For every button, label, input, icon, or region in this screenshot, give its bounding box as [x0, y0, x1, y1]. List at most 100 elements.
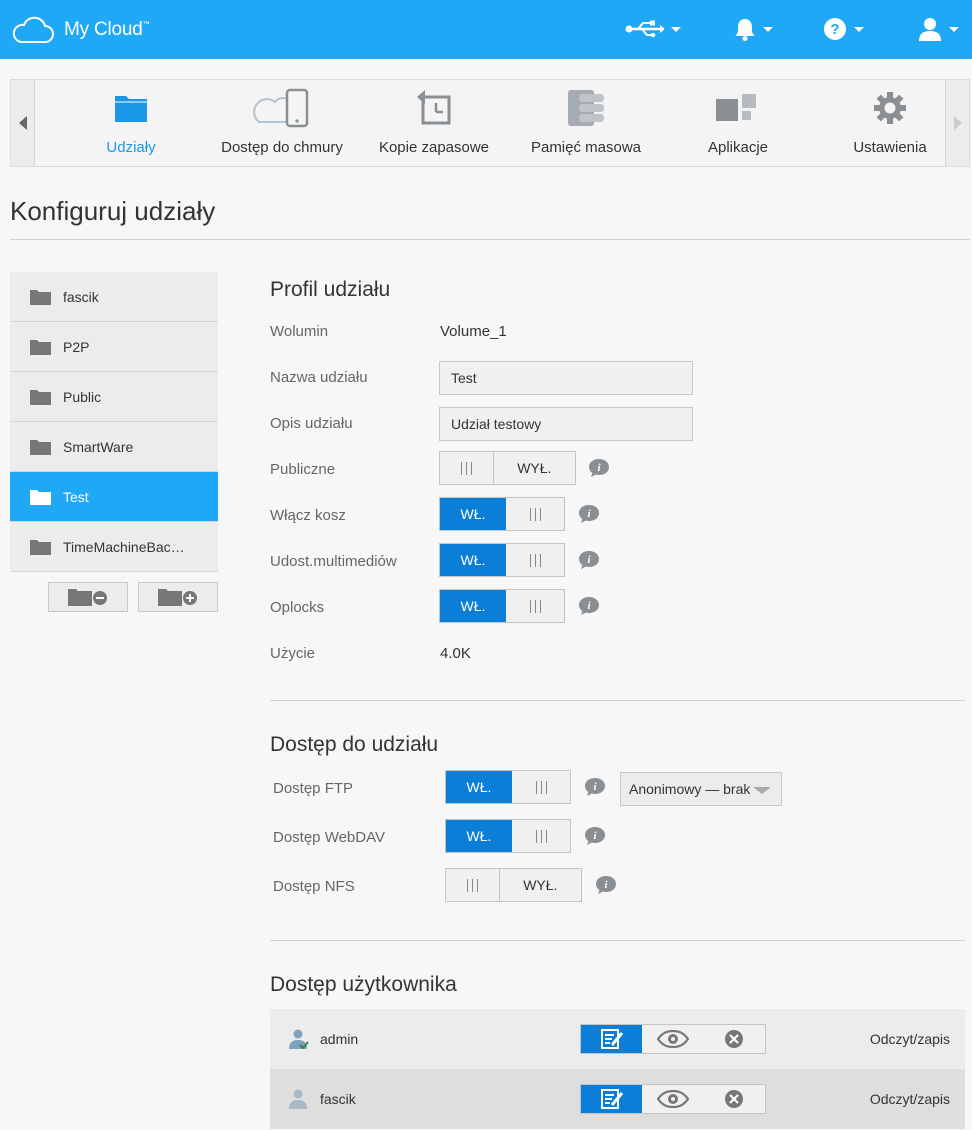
share-description-input[interactable]: Udział testowy — [439, 407, 693, 441]
public-label: Publiczne — [270, 461, 336, 478]
share-item-label: P2P — [63, 338, 90, 355]
toggle-state: WŁ. — [446, 771, 512, 803]
access-section-title: Dostęp do udziału — [270, 733, 439, 756]
read-write-button[interactable] — [581, 1085, 643, 1113]
webdav-toggle[interactable]: WŁ. — [445, 819, 571, 853]
deny-icon — [725, 1090, 744, 1108]
help-icon: ? — [824, 18, 846, 40]
tab-label: Aplikacje — [707, 139, 769, 156]
main-nav: Udziały Dostęp do chmury Kopie zapasowe … — [10, 79, 970, 167]
read-only-button[interactable] — [642, 1025, 703, 1053]
nav-scroll-right-button[interactable] — [945, 80, 969, 166]
toggle-grip — [506, 498, 564, 530]
ftp-anonymous-value: Anonimowy — brak — [629, 781, 751, 797]
usage-label: Użycie — [270, 645, 316, 662]
folder-icon — [115, 96, 147, 122]
info-icon[interactable]: i — [578, 550, 600, 570]
tab-storage[interactable]: Pamięć masowa — [511, 80, 661, 166]
toggle-state: WŁ. — [440, 590, 506, 622]
ftp-toggle[interactable]: WŁ. — [445, 770, 571, 804]
eye-icon — [656, 1090, 689, 1108]
user-menu[interactable] — [918, 17, 959, 41]
info-icon[interactable]: i — [588, 458, 610, 478]
deny-access-button[interactable] — [704, 1085, 765, 1113]
divider — [10, 239, 970, 240]
toggle-state: WŁ. — [440, 544, 506, 576]
media-sharing-label: Udost.multimediów — [270, 553, 397, 570]
ftp-label: Dostęp FTP — [273, 780, 354, 797]
folder-icon — [30, 439, 51, 455]
share-item-test[interactable]: Test — [10, 472, 218, 522]
ftp-anonymous-select[interactable]: Anonimowy — brak — [620, 772, 782, 806]
user-permission: Odczyt/zapis — [869, 1091, 950, 1107]
share-item-fascik[interactable]: fascik — [10, 272, 218, 322]
share-item-label: Public — [63, 388, 102, 405]
info-icon[interactable]: i — [584, 826, 606, 846]
notifications-menu[interactable] — [734, 17, 773, 41]
read-write-button[interactable] — [581, 1025, 643, 1053]
folder-icon — [30, 339, 51, 355]
tab-shares[interactable]: Udziały — [56, 80, 206, 166]
share-item-label: Test — [63, 488, 89, 505]
nfs-label: Dostęp NFS — [273, 878, 355, 895]
tab-backups[interactable]: Kopie zapasowe — [359, 80, 509, 166]
share-item-label: TimeMachineBac… — [63, 538, 185, 555]
tab-settings[interactable]: Ustawienia — [815, 80, 965, 166]
admin-user-icon — [289, 1029, 309, 1049]
info-icon[interactable]: i — [578, 596, 600, 616]
toggle-grip — [506, 544, 564, 576]
share-item-label: fascik — [63, 288, 99, 305]
user-name: fascik — [320, 1091, 356, 1107]
share-item-public[interactable]: Public — [10, 372, 218, 422]
oplocks-label: Oplocks — [270, 599, 325, 616]
toggle-state: WYŁ. — [493, 452, 575, 484]
share-item-label: SmartWare — [63, 438, 134, 455]
folder-icon — [30, 289, 51, 305]
usb-menu[interactable] — [624, 17, 681, 41]
add-share-button[interactable] — [138, 582, 218, 612]
remove-share-button[interactable] — [48, 582, 128, 612]
deny-access-button[interactable] — [704, 1025, 765, 1053]
app-title: My Cloud™ — [64, 19, 150, 40]
help-menu[interactable]: ? — [823, 17, 864, 41]
nfs-toggle[interactable]: WYŁ. — [445, 868, 582, 902]
tab-cloud-access[interactable]: Dostęp do chmury — [207, 80, 357, 166]
toggle-state: WŁ. — [446, 820, 512, 852]
bell-icon — [735, 19, 755, 41]
share-item-timemachine[interactable]: TimeMachineBac… — [10, 522, 218, 572]
chevron-left-icon — [18, 116, 27, 130]
edit-icon — [600, 1089, 623, 1109]
profile-section-title: Profil udziału — [270, 278, 391, 301]
nav-tabs: Udziały Dostęp do chmury Kopie zapasowe … — [35, 80, 946, 166]
edit-icon — [600, 1029, 623, 1049]
info-icon[interactable]: i — [578, 504, 600, 524]
toggle-grip — [440, 452, 494, 484]
tab-label: Pamięć masowa — [530, 139, 642, 156]
share-item-p2p[interactable]: P2P — [10, 322, 218, 372]
divider — [270, 700, 965, 701]
chevron-down-icon — [671, 26, 681, 32]
nav-scroll-left-button[interactable] — [11, 80, 35, 166]
user-icon — [289, 1089, 307, 1109]
recycle-bin-toggle[interactable]: WŁ. — [439, 497, 565, 531]
deny-icon — [725, 1030, 744, 1048]
info-icon[interactable]: i — [584, 777, 606, 797]
read-only-button[interactable] — [642, 1085, 703, 1113]
media-sharing-toggle[interactable]: WŁ. — [439, 543, 565, 577]
tab-label: Kopie zapasowe — [378, 139, 490, 156]
storage-icon — [568, 90, 604, 126]
user-icon — [919, 18, 941, 41]
info-icon[interactable]: i — [595, 875, 617, 895]
share-name-input[interactable]: Test — [439, 361, 693, 395]
divider — [270, 940, 965, 941]
recycle-bin-label: Włącz kosz — [270, 507, 346, 524]
oplocks-toggle[interactable]: WŁ. — [439, 589, 565, 623]
tab-label: Ustawienia — [853, 139, 927, 156]
tab-apps[interactable]: Aplikacje — [663, 80, 813, 166]
app-logo[interactable]: My Cloud™ — [11, 16, 150, 44]
backup-icon — [417, 90, 451, 125]
public-toggle[interactable]: WYŁ. — [439, 451, 576, 485]
chevron-down-icon — [763, 26, 773, 32]
share-item-smartware[interactable]: SmartWare — [10, 422, 218, 472]
share-name-label: Nazwa udziału — [270, 369, 368, 386]
